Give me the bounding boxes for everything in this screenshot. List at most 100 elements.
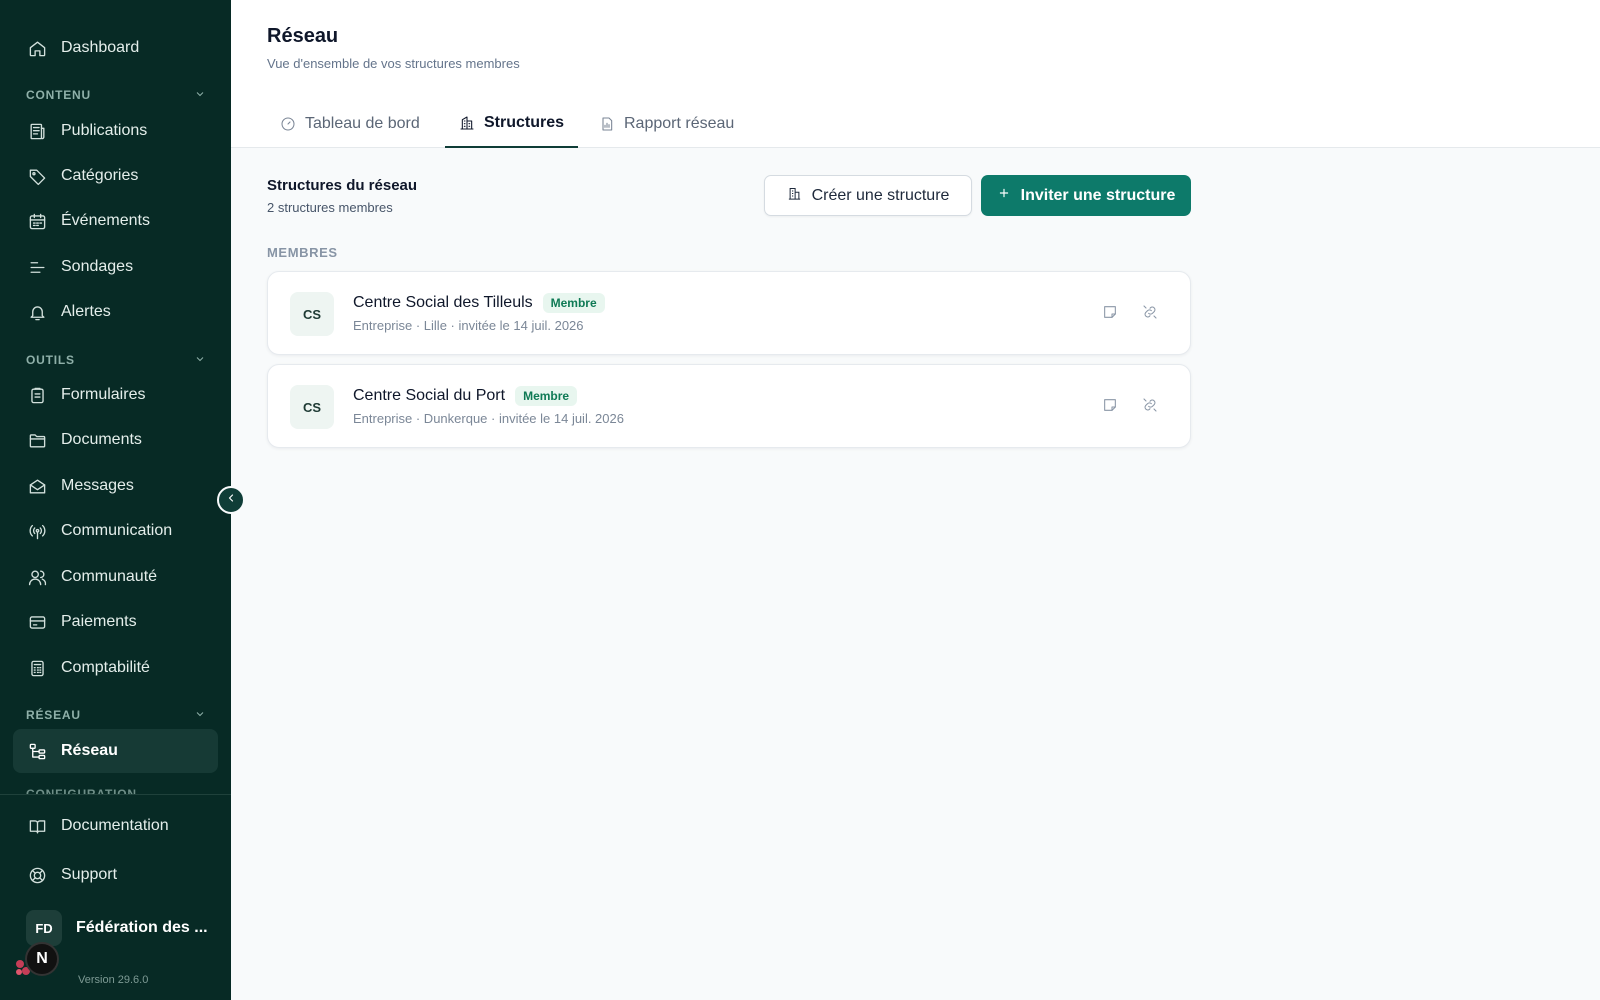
unlink-button[interactable] (1140, 397, 1160, 417)
folder-icon (27, 430, 47, 450)
bell-icon (27, 302, 47, 322)
sidebar-item-paiements[interactable]: Paiements (13, 600, 218, 644)
button-label: Créer une structure (811, 186, 950, 204)
tab-rapport-reseau[interactable]: Rapport réseau (585, 100, 748, 148)
home-icon (27, 38, 47, 58)
sidebar-item-sondages[interactable]: Sondages (13, 245, 218, 289)
sidebar-item-label: Communication (61, 522, 173, 539)
tab-label: Structures (484, 114, 565, 131)
list-item[interactable]: CS Centre Social du Port Membre Entrepri… (267, 364, 1191, 448)
sidebar-item-documents[interactable]: Documents (13, 418, 218, 462)
version-label: Version 29.6.0 (78, 974, 149, 986)
collapse-sidebar-button[interactable] (217, 486, 245, 514)
sidebar-item-categories[interactable]: Catégories (13, 154, 218, 198)
sidebar-item-label: Documents (61, 431, 142, 448)
building-icon (787, 186, 812, 206)
broadcast-icon (27, 521, 47, 541)
tab-structures[interactable]: Structures (445, 100, 579, 148)
book-icon (27, 816, 47, 836)
user-menu[interactable]: FD Fédération des ... (26, 910, 208, 946)
structure-logo: CS (290, 292, 334, 336)
network-icon (27, 741, 47, 761)
report-icon (599, 116, 624, 132)
unlink-icon (1142, 304, 1158, 325)
structure-meta: Entreprise · Lille · invitée le 14 juil.… (353, 318, 584, 333)
poll-icon (27, 257, 47, 277)
sidebar-item-label: Support (61, 866, 118, 883)
section-contenu[interactable]: CONTENU (26, 87, 206, 103)
clipboard-icon (27, 385, 47, 405)
chevron-down-icon (194, 88, 206, 103)
section-title: Structures du réseau (267, 177, 418, 194)
sidebar-item-dashboard[interactable]: Dashboard (13, 26, 218, 70)
sidebar-item-label: Formulaires (61, 386, 146, 403)
page-header: Réseau Vue d'ensemble de vos structures … (231, 0, 1600, 148)
unlink-button[interactable] (1140, 304, 1160, 324)
tab-label: Tableau de bord (305, 115, 420, 132)
status-badge: Membre (515, 386, 578, 406)
structure-name: Centre Social du Port (353, 387, 506, 404)
nextjs-badge-button[interactable]: N (25, 942, 59, 976)
sidebar-item-label: Dashboard (61, 39, 140, 56)
mail-open-icon (27, 476, 47, 496)
chevron-down-icon (194, 708, 206, 723)
sidebar-item-label: Réseau (61, 742, 118, 759)
tab-tableau-de-bord[interactable]: Tableau de bord (266, 100, 434, 148)
section-label: OUTILS (26, 353, 75, 367)
structure-name-row: Centre Social des Tilleuls Membre (353, 293, 605, 313)
structure-name-row: Centre Social du Port Membre (353, 386, 578, 406)
list-item[interactable]: CS Centre Social des Tilleuls Membre Ent… (267, 271, 1191, 355)
note-icon (1102, 397, 1118, 418)
sidebar-item-publications[interactable]: Publications (13, 109, 218, 153)
page-title: Réseau (267, 25, 339, 47)
sidebar-item-communaute[interactable]: Communauté (13, 555, 218, 599)
sidebar-item-label: Documentation (61, 817, 169, 834)
section-outils[interactable]: OUTILS (26, 352, 206, 368)
invite-structure-button[interactable]: Inviter une structure (981, 175, 1191, 216)
section-label: CONTENU (26, 88, 91, 102)
lifebuoy-icon (27, 865, 47, 885)
sidebar-item-support[interactable]: Support (13, 853, 218, 897)
sidebar-item-formulaires[interactable]: Formulaires (13, 373, 218, 417)
chevron-left-icon (225, 491, 237, 509)
newspaper-icon (27, 121, 47, 141)
note-button[interactable] (1100, 397, 1120, 417)
page-subtitle: Vue d'ensemble de vos structures membres (267, 56, 520, 71)
sidebar-item-label: Événements (61, 212, 150, 229)
sidebar-item-label: Paiements (61, 613, 137, 630)
sidebar-divider (0, 794, 231, 795)
plus-icon (997, 186, 1021, 205)
gauge-icon (280, 116, 305, 132)
sidebar-item-reseau[interactable]: Réseau (13, 729, 218, 773)
users-icon (27, 567, 47, 587)
sidebar-item-evenements[interactable]: Événements (13, 199, 218, 243)
tab-label: Rapport réseau (624, 115, 735, 132)
structure-logo: CS (290, 385, 334, 429)
note-button[interactable] (1100, 304, 1120, 324)
sidebar-item-documentation[interactable]: Documentation (13, 804, 218, 848)
chevron-down-icon (194, 353, 206, 368)
sidebar-item-alertes[interactable]: Alertes (13, 290, 218, 334)
sidebar-item-label: Comptabilité (61, 659, 150, 676)
avatar: FD (26, 910, 62, 946)
tag-icon (27, 166, 47, 186)
section-subtitle: 2 structures membres (267, 200, 393, 215)
sidebar-item-messages[interactable]: Messages (13, 464, 218, 508)
sidebar-item-communication[interactable]: Communication (13, 509, 218, 553)
structure-name: Centre Social des Tilleuls (353, 294, 533, 311)
sidebar-item-label: Catégories (61, 167, 139, 184)
unlink-icon (1142, 397, 1158, 418)
credit-card-icon (27, 612, 47, 632)
sidebar-item-label: Alertes (61, 303, 111, 320)
calculator-icon (27, 658, 47, 678)
button-label: Inviter une structure (1020, 186, 1176, 204)
sidebar-item-comptabilite[interactable]: Comptabilité (13, 646, 218, 690)
create-structure-button[interactable]: Créer une structure (764, 175, 972, 216)
building-icon (459, 115, 484, 131)
sidebar-item-label: Sondages (61, 258, 134, 275)
org-name: Fédération des ... (76, 919, 208, 936)
section-reseau[interactable]: RÉSEAU (26, 707, 206, 723)
structure-meta: Entreprise · Dunkerque · invitée le 14 j… (353, 411, 624, 426)
sidebar-item-label: Messages (61, 477, 134, 494)
calendar-icon (27, 211, 47, 231)
